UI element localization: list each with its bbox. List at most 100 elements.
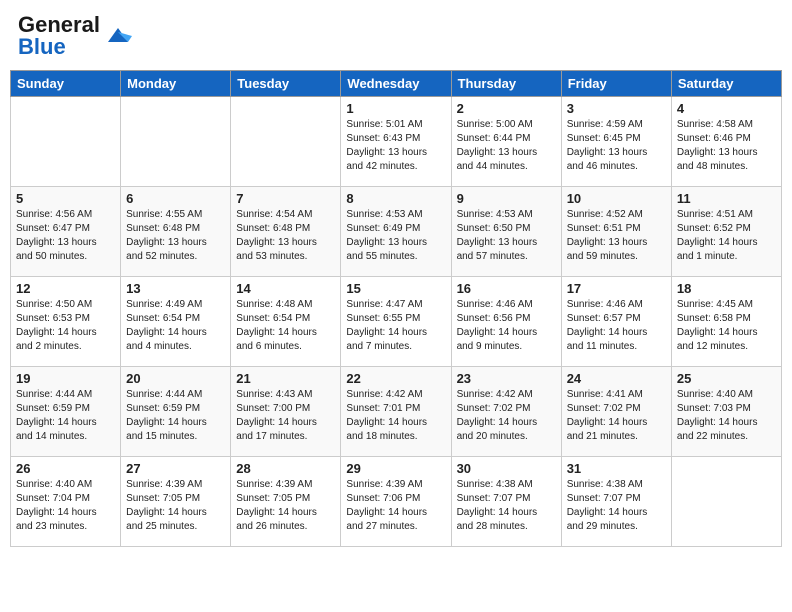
weekday-header-wednesday: Wednesday [341,71,451,97]
day-number: 13 [126,281,225,296]
calendar-cell: 17Sunrise: 4:46 AM Sunset: 6:57 PM Dayli… [561,277,671,367]
calendar-cell: 16Sunrise: 4:46 AM Sunset: 6:56 PM Dayli… [451,277,561,367]
day-info: Sunrise: 4:53 AM Sunset: 6:49 PM Dayligh… [346,208,445,264]
calendar-week-2: 5 Sunrise: 4:56 AM Sunset: 6:47 PM Daylig… [11,187,782,277]
day-number: 30 [457,461,556,476]
day-number: 14 [236,281,335,296]
calendar-cell: 14 Sunrise: 4:48 AM Sunset: 6:54 PM Dayli… [231,277,341,367]
calendar-cell: 22 Sunrise: 4:42 AM Sunset: 7:01 PM Dayli… [341,367,451,457]
calendar-cell: 20 Sunrise: 4:44 AM Sunset: 6:59 PM Dayli… [121,367,231,457]
day-number: 5 [16,191,115,206]
calendar-cell: 7 Sunrise: 4:54 AM Sunset: 6:48 PM Daylig… [231,187,341,277]
calendar-cell: 15 Sunrise: 4:47 AM Sunset: 6:55 PM Dayli… [341,277,451,367]
day-number: 15 [346,281,445,296]
day-info: Sunrise: 4:38 AM Sunset: 7:07 PM Dayligh… [567,478,666,534]
day-number: 1 [346,101,445,116]
day-info: Sunrise: 4:52 AM Sunset: 6:51 PM Dayligh… [567,208,666,264]
day-number: 12 [16,281,115,296]
day-info: Sunrise: 4:39 AM Sunset: 7:06 PM Dayligh… [346,478,445,534]
day-info: Sunrise: 4:51 AM Sunset: 6:52 PM Dayligh… [677,208,776,264]
day-number: 19 [16,371,115,386]
header: General Blue [10,10,782,62]
calendar-cell: 2Sunrise: 5:00 AM Sunset: 6:44 PM Daylig… [451,97,561,187]
calendar-cell: 10 Sunrise: 4:52 AM Sunset: 6:51 PM Dayli… [561,187,671,277]
day-number: 18 [677,281,776,296]
day-number: 3 [567,101,666,116]
weekday-header-monday: Monday [121,71,231,97]
day-number: 28 [236,461,335,476]
calendar-cell: 11 Sunrise: 4:51 AM Sunset: 6:52 PM Dayli… [671,187,781,277]
calendar-cell: 28Sunrise: 4:39 AM Sunset: 7:05 PM Dayli… [231,457,341,547]
calendar-cell: 13 Sunrise: 4:49 AM Sunset: 6:54 PM Dayli… [121,277,231,367]
day-info: Sunrise: 4:54 AM Sunset: 6:48 PM Dayligh… [236,208,335,264]
day-number: 9 [457,191,556,206]
day-info: Sunrise: 4:56 AM Sunset: 6:47 PM Dayligh… [16,208,115,264]
day-number: 22 [346,371,445,386]
calendar-cell: 30 Sunrise: 4:38 AM Sunset: 7:07 PM Dayli… [451,457,561,547]
logo-general: General [18,14,100,36]
day-number: 20 [126,371,225,386]
day-info: Sunrise: 4:43 AM Sunset: 7:00 PM Dayligh… [236,388,335,444]
calendar-cell: 27 Sunrise: 4:39 AM Sunset: 7:05 PM Dayli… [121,457,231,547]
day-info: Sunrise: 4:45 AM Sunset: 6:58 PM Dayligh… [677,298,776,354]
day-number: 11 [677,191,776,206]
day-info: Sunrise: 4:55 AM Sunset: 6:48 PM Dayligh… [126,208,225,264]
day-info: Sunrise: 4:42 AM Sunset: 7:02 PM Dayligh… [457,388,556,444]
calendar-cell: 4 Sunrise: 4:58 AM Sunset: 6:46 PM Daylig… [671,97,781,187]
calendar-cell: 31 Sunrise: 4:38 AM Sunset: 7:07 PM Dayli… [561,457,671,547]
day-number: 23 [457,371,556,386]
day-info: Sunrise: 4:49 AM Sunset: 6:54 PM Dayligh… [126,298,225,354]
weekday-header-sunday: Sunday [11,71,121,97]
calendar-cell: 24 Sunrise: 4:41 AM Sunset: 7:02 PM Dayli… [561,367,671,457]
calendar-cell: 26 Sunrise: 4:40 AM Sunset: 7:04 PM Dayli… [11,457,121,547]
weekday-header-row: SundayMondayTuesdayWednesdayThursdayFrid… [11,71,782,97]
day-info: Sunrise: 4:53 AM Sunset: 6:50 PM Dayligh… [457,208,556,264]
calendar-cell [11,97,121,187]
calendar-week-4: 19 Sunrise: 4:44 AM Sunset: 6:59 PM Dayli… [11,367,782,457]
calendar-cell: 8 Sunrise: 4:53 AM Sunset: 6:49 PM Daylig… [341,187,451,277]
day-number: 7 [236,191,335,206]
day-number: 24 [567,371,666,386]
day-info: Sunrise: 4:59 AM Sunset: 6:45 PM Dayligh… [567,118,666,174]
day-info: Sunrise: 5:00 AM Sunset: 6:44 PM Dayligh… [457,118,556,174]
calendar-cell: 23 Sunrise: 4:42 AM Sunset: 7:02 PM Dayli… [451,367,561,457]
day-info: Sunrise: 4:39 AM Sunset: 7:05 PM Dayligh… [126,478,225,534]
day-number: 25 [677,371,776,386]
calendar-cell [231,97,341,187]
day-number: 21 [236,371,335,386]
weekday-header-thursday: Thursday [451,71,561,97]
day-number: 29 [346,461,445,476]
calendar-cell: 3 Sunrise: 4:59 AM Sunset: 6:45 PM Daylig… [561,97,671,187]
day-number: 31 [567,461,666,476]
day-info: Sunrise: 4:40 AM Sunset: 7:03 PM Dayligh… [677,388,776,444]
calendar-cell: 18 Sunrise: 4:45 AM Sunset: 6:58 PM Dayli… [671,277,781,367]
day-number: 6 [126,191,225,206]
day-number: 27 [126,461,225,476]
day-info: Sunrise: 4:41 AM Sunset: 7:02 PM Dayligh… [567,388,666,444]
day-info: Sunrise: 4:44 AM Sunset: 6:59 PM Dayligh… [16,388,115,444]
day-info: Sunrise: 4:44 AM Sunset: 6:59 PM Dayligh… [126,388,225,444]
day-number: 4 [677,101,776,116]
day-number: 16 [457,281,556,296]
day-info: Sunrise: 4:40 AM Sunset: 7:04 PM Dayligh… [16,478,115,534]
calendar-cell [671,457,781,547]
logo: General Blue [18,14,132,58]
calendar-cell: 12Sunrise: 4:50 AM Sunset: 6:53 PM Dayli… [11,277,121,367]
day-info: Sunrise: 4:48 AM Sunset: 6:54 PM Dayligh… [236,298,335,354]
day-info: Sunrise: 4:46 AM Sunset: 6:57 PM Dayligh… [567,298,666,354]
logo-blue: Blue [18,36,100,58]
day-info: Sunrise: 4:38 AM Sunset: 7:07 PM Dayligh… [457,478,556,534]
day-info: Sunrise: 5:01 AM Sunset: 6:43 PM Dayligh… [346,118,445,174]
day-number: 8 [346,191,445,206]
calendar-cell: 6 Sunrise: 4:55 AM Sunset: 6:48 PM Daylig… [121,187,231,277]
day-info: Sunrise: 4:47 AM Sunset: 6:55 PM Dayligh… [346,298,445,354]
day-info: Sunrise: 4:42 AM Sunset: 7:01 PM Dayligh… [346,388,445,444]
day-info: Sunrise: 4:58 AM Sunset: 6:46 PM Dayligh… [677,118,776,174]
calendar-cell: 5 Sunrise: 4:56 AM Sunset: 6:47 PM Daylig… [11,187,121,277]
calendar-cell [121,97,231,187]
calendar-table: SundayMondayTuesdayWednesdayThursdayFrid… [10,70,782,547]
calendar-cell: 25 Sunrise: 4:40 AM Sunset: 7:03 PM Dayli… [671,367,781,457]
day-number: 26 [16,461,115,476]
day-number: 10 [567,191,666,206]
weekday-header-saturday: Saturday [671,71,781,97]
